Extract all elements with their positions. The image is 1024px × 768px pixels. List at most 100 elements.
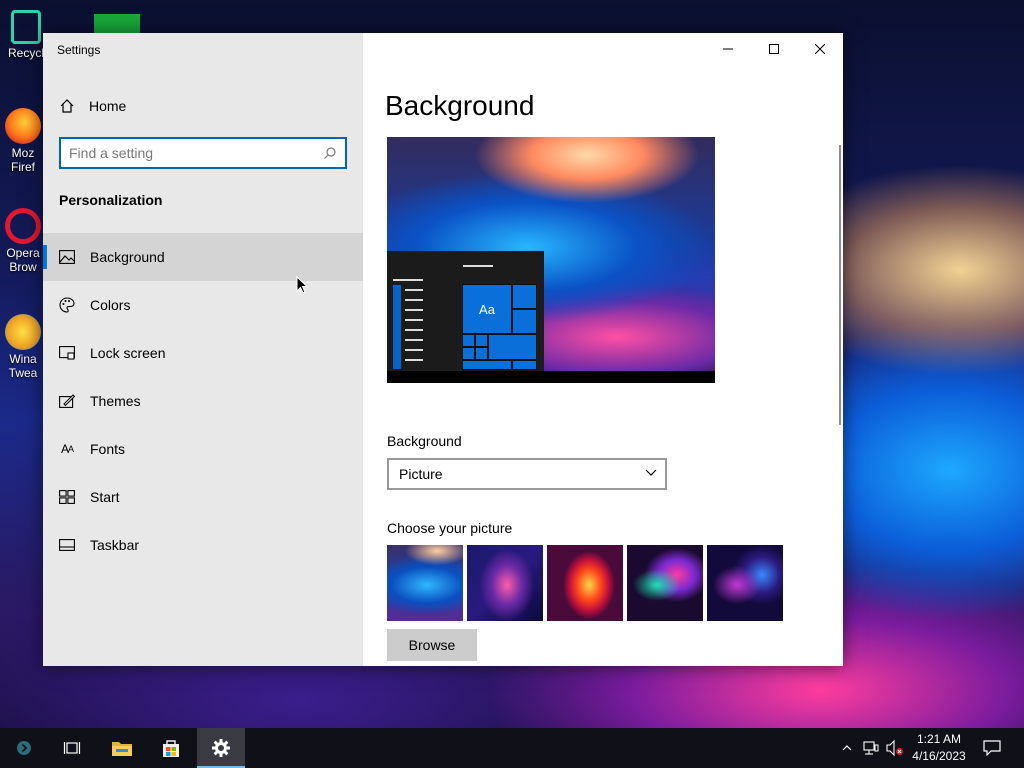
start-orb-icon	[17, 741, 31, 755]
minimize-icon	[723, 48, 733, 50]
picture-thumbnail-4[interactable]	[627, 545, 703, 621]
sidebar-item-label: Themes	[90, 393, 141, 409]
preview-menu-line	[405, 319, 423, 321]
desktop-icon-label: Wina Twea	[8, 352, 38, 380]
gear-icon	[212, 739, 230, 757]
start-button[interactable]	[0, 728, 48, 768]
preview-menu-line	[463, 265, 493, 267]
preview-tile	[512, 360, 537, 370]
maximize-button[interactable]	[751, 33, 797, 65]
preview-tile	[475, 347, 488, 360]
search-input[interactable]	[69, 145, 323, 161]
lock-screen-icon	[59, 345, 75, 361]
preview-menu-line	[393, 279, 423, 281]
chevron-down-icon	[645, 469, 657, 476]
background-label: Background	[387, 433, 462, 449]
picture-thumbnail-5[interactable]	[707, 545, 783, 621]
desktop-item-partial	[94, 14, 140, 34]
preview-tile	[462, 334, 475, 347]
volume-button[interactable]	[884, 728, 906, 768]
preview-tile-aa: Aa	[462, 284, 512, 334]
background-type-dropdown[interactable]: Picture	[387, 458, 667, 490]
sidebar-item-label: Colors	[90, 297, 131, 313]
taskbar-icon	[59, 537, 75, 553]
sidebar-item-lock-screen[interactable]: Lock screen	[43, 329, 363, 377]
preview-start-rail	[393, 285, 401, 369]
picture-thumbnail-3[interactable]	[547, 545, 623, 621]
desktop-icon-opera[interactable]: Opera Brow	[0, 208, 46, 274]
show-hidden-icons-button[interactable]	[838, 728, 856, 768]
sidebar-item-label: Background	[90, 249, 165, 265]
store-button[interactable]	[147, 728, 195, 768]
sidebar-item-label: Fonts	[90, 441, 126, 457]
picture-thumbnails	[387, 545, 783, 621]
settings-window: Settings Home Personalization Background…	[43, 33, 843, 666]
preview-menu-line	[405, 299, 423, 301]
search-icon[interactable]	[323, 146, 337, 160]
sidebar-item-colors[interactable]: Colors	[43, 281, 363, 329]
action-center-button[interactable]	[978, 728, 1006, 768]
minimize-button[interactable]	[705, 33, 751, 65]
page-title: Background	[385, 90, 535, 121]
sidebar-item-label: Start	[90, 489, 120, 505]
desktop-icon-label: Recycl	[7, 46, 44, 60]
firefox-icon	[5, 108, 41, 144]
sidebar-home[interactable]: Home	[43, 90, 363, 122]
picture-thumbnail-2[interactable]	[467, 545, 543, 621]
task-view-icon	[63, 742, 81, 754]
fonts-icon: AA	[60, 442, 74, 456]
start-icon	[59, 489, 75, 505]
picture-thumbnail-1[interactable]	[387, 545, 463, 621]
preview-tile-text: Aa	[479, 301, 495, 317]
preview-start-menu: Aa	[387, 251, 544, 371]
clock-time: 1:21 AM	[916, 732, 962, 746]
preview-tile	[475, 334, 488, 347]
sidebar: Settings Home Personalization Background…	[43, 33, 363, 666]
chevron-up-icon	[842, 745, 852, 751]
desktop-icon-firefox[interactable]: Moz Firef	[0, 108, 46, 174]
preview-tile	[488, 334, 537, 360]
sidebar-item-fonts[interactable]: AA Fonts	[43, 425, 363, 473]
sidebar-item-label: Taskbar	[90, 537, 140, 553]
palette-icon	[59, 297, 75, 313]
store-icon	[163, 740, 179, 757]
network-icon	[863, 741, 879, 755]
folder-icon	[112, 742, 132, 756]
sidebar-item-taskbar[interactable]: Taskbar	[43, 521, 363, 569]
clock[interactable]: 1:21 AM 4/16/2023	[906, 731, 972, 765]
browse-button[interactable]: Browse	[387, 629, 477, 661]
home-icon	[60, 99, 74, 113]
clock-date: 4/16/2023	[912, 749, 966, 763]
task-view-button[interactable]	[48, 728, 96, 768]
preview-menu-line	[405, 329, 423, 331]
dropdown-value: Picture	[399, 466, 443, 482]
desktop-icon-recycle-bin[interactable]: Recycl	[6, 10, 46, 60]
main-pane: Background Aa Background Picture Choose …	[363, 33, 843, 666]
recycle-bin-icon	[11, 10, 41, 44]
close-button[interactable]	[797, 33, 843, 65]
nav-list: Background Colors Lock screen Themes AA …	[43, 233, 363, 569]
preview-menu-line	[405, 339, 423, 341]
preview-taskbar	[387, 371, 715, 383]
network-button[interactable]	[860, 728, 882, 768]
preview-menu-line	[405, 349, 423, 351]
preview-tile	[512, 284, 537, 309]
sidebar-item-themes[interactable]: Themes	[43, 377, 363, 425]
taskbar: 1:21 AM 4/16/2023	[0, 728, 1024, 768]
settings-taskbar-button[interactable]	[197, 728, 245, 768]
opera-icon	[5, 208, 41, 244]
search-box[interactable]	[59, 137, 347, 169]
choose-picture-label: Choose your picture	[387, 520, 513, 536]
background-preview: Aa	[387, 137, 715, 383]
file-explorer-button[interactable]	[98, 728, 146, 768]
scrollbar[interactable]	[839, 145, 841, 425]
sidebar-item-background[interactable]: Background	[43, 233, 363, 281]
sidebar-item-start[interactable]: Start	[43, 473, 363, 521]
desktop-icon-winaero[interactable]: Wina Twea	[0, 314, 46, 380]
window-title: Settings	[57, 43, 101, 57]
close-icon	[815, 44, 825, 54]
preview-menu-line	[405, 359, 423, 361]
section-title: Personalization	[59, 192, 163, 208]
sidebar-item-label: Lock screen	[90, 345, 166, 361]
volume-muted-icon	[886, 740, 903, 756]
